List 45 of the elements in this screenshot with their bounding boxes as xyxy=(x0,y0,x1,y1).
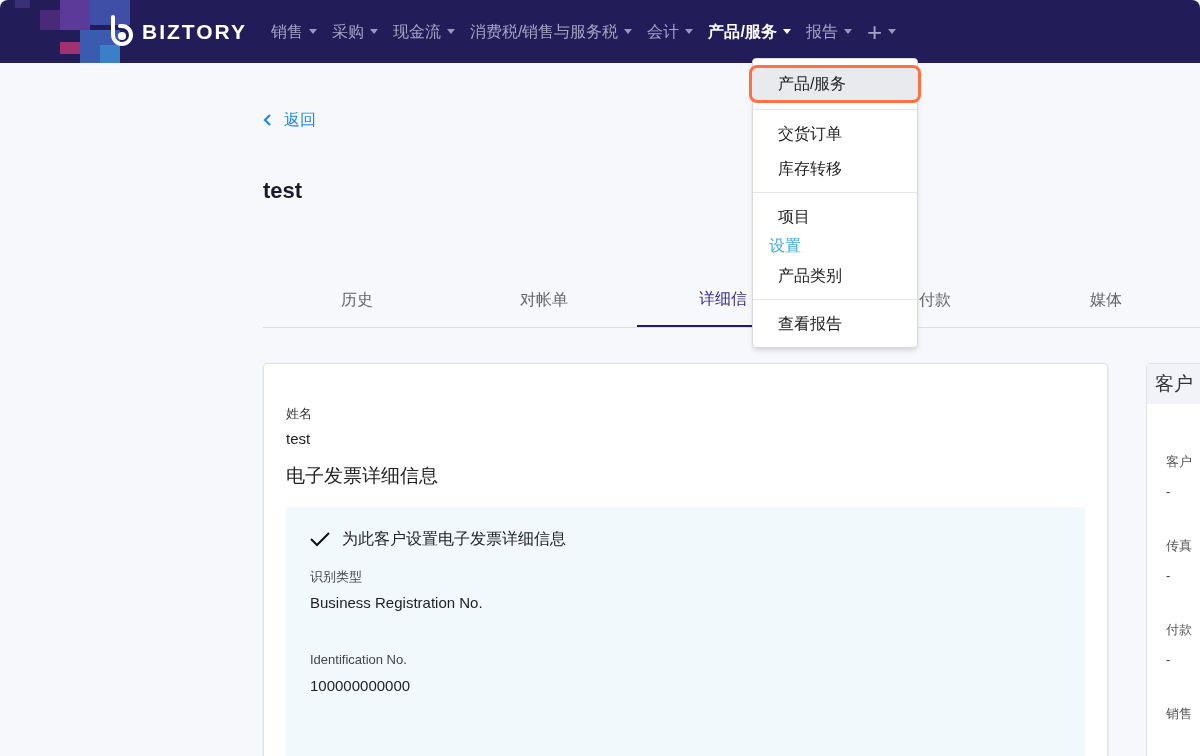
menu-item[interactable]: 交货订单 xyxy=(753,116,917,151)
field-value: Business Registration No. xyxy=(310,593,484,613)
tab[interactable]: 对帐单 xyxy=(450,285,638,327)
field-value: 100000000000 xyxy=(310,676,412,696)
checkbox-label: 为此客户设置电子发票详细信息 xyxy=(342,528,566,549)
checkmark-icon[interactable] xyxy=(310,530,330,547)
nav-menu-item[interactable]: 报告 xyxy=(805,19,852,44)
nav-menu-item[interactable]: 产品/服务 xyxy=(708,19,791,44)
field-label: Identification No. xyxy=(310,650,408,669)
caret-icon xyxy=(843,29,852,34)
menu-item[interactable]: 库存转移 xyxy=(753,151,917,186)
field-label: 传真 xyxy=(1166,537,1193,555)
caret-icon xyxy=(370,29,378,34)
field-value: - xyxy=(1166,566,1172,585)
field-value: test xyxy=(286,428,312,449)
caret-icon xyxy=(309,29,317,34)
caret-icon xyxy=(685,29,694,34)
field-value: - xyxy=(1166,650,1172,669)
caret-icon xyxy=(624,29,633,34)
menu-item[interactable]: 项目 xyxy=(753,199,917,234)
page-title: test xyxy=(263,177,304,205)
menu-section-header: 设置 xyxy=(768,236,802,256)
nav-menu-item[interactable]: 采购 xyxy=(332,19,378,44)
nav-menu-item[interactable]: 现金流 xyxy=(393,19,455,44)
menu-item[interactable]: 产品/服务 xyxy=(749,65,921,103)
section-title: 电子发票详细信息 xyxy=(286,464,439,488)
caret-icon xyxy=(447,29,455,34)
caret-icon xyxy=(888,29,897,34)
tab[interactable]: 历史 xyxy=(263,285,451,327)
chevron-left-icon xyxy=(263,113,272,127)
tab[interactable]: 媒体 xyxy=(1012,285,1200,327)
nav-menu-item[interactable]: 会计 xyxy=(647,19,694,44)
field-label: 销售 xyxy=(1166,705,1193,723)
field-label: 姓名 xyxy=(286,405,313,423)
brand-name: BIZTORY xyxy=(142,18,247,45)
field-label: 客户 xyxy=(1166,453,1193,471)
card-title: 客户 xyxy=(1147,364,1200,404)
field-label: 识别类型 xyxy=(310,567,363,586)
nav-menu-item[interactable]: 消费税/销售与服务税 xyxy=(470,19,633,44)
caret-icon xyxy=(782,29,791,34)
field-label: 付款 xyxy=(1166,621,1193,639)
back-link[interactable]: 返回 xyxy=(263,108,316,132)
nav-menu-item[interactable]: 销售 xyxy=(271,19,317,44)
nav-menu-item[interactable]: + xyxy=(866,18,897,45)
field-value: - xyxy=(1166,482,1172,501)
